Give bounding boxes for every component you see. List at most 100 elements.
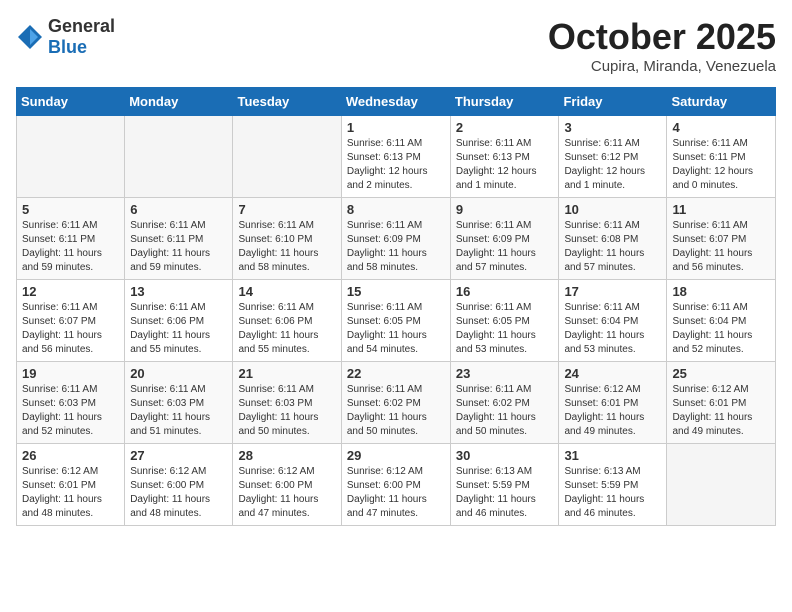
day-number: 1 (347, 120, 445, 135)
day-number: 19 (22, 366, 119, 381)
day-number: 30 (456, 448, 554, 463)
calendar-day-cell: 4 Sunrise: 6:11 AM Sunset: 6:11 PM Daylig… (667, 116, 776, 198)
calendar-day-cell: 11Sunrise: 6:11 AM Sunset: 6:07 PM Dayli… (667, 198, 776, 280)
day-info: Sunrise: 6:11 AM Sunset: 6:11 PM Dayligh… (130, 219, 227, 275)
logo-text: General Blue (48, 16, 115, 58)
day-number: 4 (672, 120, 770, 135)
calendar-day-cell: 10 Sunrise: 6:11 AM Sunset: 6:08 PM Dayli… (559, 198, 667, 280)
calendar-week-row: 5 Sunrise: 6:11 AM Sunset: 6:11 PM Daylig… (17, 198, 776, 280)
day-info: Sunrise: 6:11 AM Sunset: 6:03 PM Dayligh… (238, 383, 335, 439)
calendar-day-cell: 2 Sunrise: 6:11 AM Sunset: 6:13 PM Daylig… (450, 116, 559, 198)
calendar-day-cell: 18Sunrise: 6:11 AM Sunset: 6:04 PM Dayli… (667, 280, 776, 362)
title-block: October 2025 Cupira, Miranda, Venezuela (548, 16, 776, 75)
calendar-day-cell: 22 Sunrise: 6:11 AM Sunset: 6:02 PM Dayli… (341, 362, 450, 444)
day-info: Sunrise: 6:11 AM Sunset: 6:13 PM Dayligh… (347, 137, 445, 193)
calendar-day-cell: 1 Sunrise: 6:11 AM Sunset: 6:13 PM Daylig… (341, 116, 450, 198)
day-info: Sunrise: 6:12 AM Sunset: 6:01 PM Dayligh… (22, 465, 119, 521)
day-info: Sunrise: 6:11 AM Sunset: 6:06 PM Dayligh… (238, 301, 335, 357)
calendar-day-cell: 29 Sunrise: 6:12 AM Sunset: 6:00 PM Dayli… (341, 444, 450, 526)
calendar-day-cell: 25Sunrise: 6:12 AM Sunset: 6:01 PM Dayli… (667, 362, 776, 444)
day-number: 18 (672, 284, 770, 299)
day-info: Sunrise: 6:12 AM Sunset: 6:01 PM Dayligh… (564, 383, 661, 439)
day-info: Sunrise: 6:11 AM Sunset: 6:12 PM Dayligh… (564, 137, 661, 193)
calendar-day-cell: 17 Sunrise: 6:11 AM Sunset: 6:04 PM Dayli… (559, 280, 667, 362)
weekday-header: Saturday (667, 88, 776, 116)
weekday-header: Thursday (450, 88, 559, 116)
day-info: Sunrise: 6:11 AM Sunset: 6:03 PM Dayligh… (22, 383, 119, 439)
day-info: Sunrise: 6:12 AM Sunset: 6:00 PM Dayligh… (347, 465, 445, 521)
calendar-day-cell: 6 Sunrise: 6:11 AM Sunset: 6:11 PM Daylig… (125, 198, 233, 280)
day-info: Sunrise: 6:11 AM Sunset: 6:08 PM Dayligh… (564, 219, 661, 275)
calendar-body: 1 Sunrise: 6:11 AM Sunset: 6:13 PM Daylig… (17, 116, 776, 526)
day-number: 12 (22, 284, 119, 299)
calendar-week-row: 19 Sunrise: 6:11 AM Sunset: 6:03 PM Dayli… (17, 362, 776, 444)
calendar-day-cell: 27 Sunrise: 6:12 AM Sunset: 6:00 PM Dayli… (125, 444, 233, 526)
day-number: 11 (672, 202, 770, 217)
day-number: 28 (238, 448, 335, 463)
calendar-day-cell: 26Sunrise: 6:12 AM Sunset: 6:01 PM Dayli… (17, 444, 125, 526)
weekday-header: Sunday (17, 88, 125, 116)
calendar-day-cell: 9Sunrise: 6:11 AM Sunset: 6:09 PM Daylig… (450, 198, 559, 280)
month-title: October 2025 (548, 16, 776, 58)
calendar-day-cell: 13 Sunrise: 6:11 AM Sunset: 6:06 PM Dayli… (125, 280, 233, 362)
calendar-day-cell: 28 Sunrise: 6:12 AM Sunset: 6:00 PM Dayli… (233, 444, 341, 526)
day-info: Sunrise: 6:13 AM Sunset: 5:59 PM Dayligh… (456, 465, 554, 521)
calendar-day-cell: 15 Sunrise: 6:11 AM Sunset: 6:05 PM Dayli… (341, 280, 450, 362)
day-info: Sunrise: 6:11 AM Sunset: 6:11 PM Dayligh… (22, 219, 119, 275)
day-info: Sunrise: 6:11 AM Sunset: 6:09 PM Dayligh… (456, 219, 554, 275)
day-info: Sunrise: 6:11 AM Sunset: 6:02 PM Dayligh… (456, 383, 554, 439)
day-info: Sunrise: 6:11 AM Sunset: 6:13 PM Dayligh… (456, 137, 554, 193)
day-number: 10 (564, 202, 661, 217)
calendar-day-cell: 20Sunrise: 6:11 AM Sunset: 6:03 PM Dayli… (125, 362, 233, 444)
day-number: 22 (347, 366, 445, 381)
day-info: Sunrise: 6:11 AM Sunset: 6:05 PM Dayligh… (456, 301, 554, 357)
calendar-table: SundayMondayTuesdayWednesdayThursdayFrid… (16, 87, 776, 526)
day-number: 6 (130, 202, 227, 217)
calendar-day-cell: 24Sunrise: 6:12 AM Sunset: 6:01 PM Dayli… (559, 362, 667, 444)
day-info: Sunrise: 6:11 AM Sunset: 6:04 PM Dayligh… (564, 301, 661, 357)
weekday-header: Monday (125, 88, 233, 116)
calendar-day-cell (17, 116, 125, 198)
day-info: Sunrise: 6:11 AM Sunset: 6:03 PM Dayligh… (130, 383, 227, 439)
calendar-day-cell: 31Sunrise: 6:13 AM Sunset: 5:59 PM Dayli… (559, 444, 667, 526)
weekday-header: Wednesday (341, 88, 450, 116)
day-info: Sunrise: 6:12 AM Sunset: 6:01 PM Dayligh… (672, 383, 770, 439)
calendar-day-cell: 16 Sunrise: 6:11 AM Sunset: 6:05 PM Dayli… (450, 280, 559, 362)
day-number: 3 (564, 120, 661, 135)
day-info: Sunrise: 6:12 AM Sunset: 6:00 PM Dayligh… (130, 465, 227, 521)
calendar-day-cell: 19 Sunrise: 6:11 AM Sunset: 6:03 PM Dayli… (17, 362, 125, 444)
calendar-week-row: 26Sunrise: 6:12 AM Sunset: 6:01 PM Dayli… (17, 444, 776, 526)
logo-general: General (48, 16, 115, 36)
day-number: 14 (238, 284, 335, 299)
calendar-week-row: 1 Sunrise: 6:11 AM Sunset: 6:13 PM Daylig… (17, 116, 776, 198)
day-number: 27 (130, 448, 227, 463)
logo-icon (16, 23, 44, 51)
location: Cupira, Miranda, Venezuela (548, 58, 776, 75)
calendar-day-cell (233, 116, 341, 198)
weekday-header: Friday (559, 88, 667, 116)
day-number: 8 (347, 202, 445, 217)
day-number: 16 (456, 284, 554, 299)
day-info: Sunrise: 6:12 AM Sunset: 6:00 PM Dayligh… (238, 465, 335, 521)
day-number: 21 (238, 366, 335, 381)
weekday-header: Tuesday (233, 88, 341, 116)
day-info: Sunrise: 6:11 AM Sunset: 6:02 PM Dayligh… (347, 383, 445, 439)
day-info: Sunrise: 6:11 AM Sunset: 6:05 PM Dayligh… (347, 301, 445, 357)
day-number: 5 (22, 202, 119, 217)
day-number: 13 (130, 284, 227, 299)
day-number: 29 (347, 448, 445, 463)
calendar-day-cell: 5 Sunrise: 6:11 AM Sunset: 6:11 PM Daylig… (17, 198, 125, 280)
calendar-day-cell: 30 Sunrise: 6:13 AM Sunset: 5:59 PM Dayli… (450, 444, 559, 526)
day-info: Sunrise: 6:11 AM Sunset: 6:10 PM Dayligh… (238, 219, 335, 275)
day-number: 15 (347, 284, 445, 299)
day-number: 17 (564, 284, 661, 299)
day-number: 23 (456, 366, 554, 381)
day-info: Sunrise: 6:11 AM Sunset: 6:06 PM Dayligh… (130, 301, 227, 357)
day-info: Sunrise: 6:11 AM Sunset: 6:11 PM Dayligh… (672, 137, 770, 193)
page-header: General Blue October 2025 Cupira, Mirand… (16, 16, 776, 75)
calendar-day-cell: 21 Sunrise: 6:11 AM Sunset: 6:03 PM Dayli… (233, 362, 341, 444)
calendar-day-cell (125, 116, 233, 198)
calendar-header: SundayMondayTuesdayWednesdayThursdayFrid… (17, 88, 776, 116)
logo-blue: Blue (48, 37, 87, 57)
day-number: 2 (456, 120, 554, 135)
